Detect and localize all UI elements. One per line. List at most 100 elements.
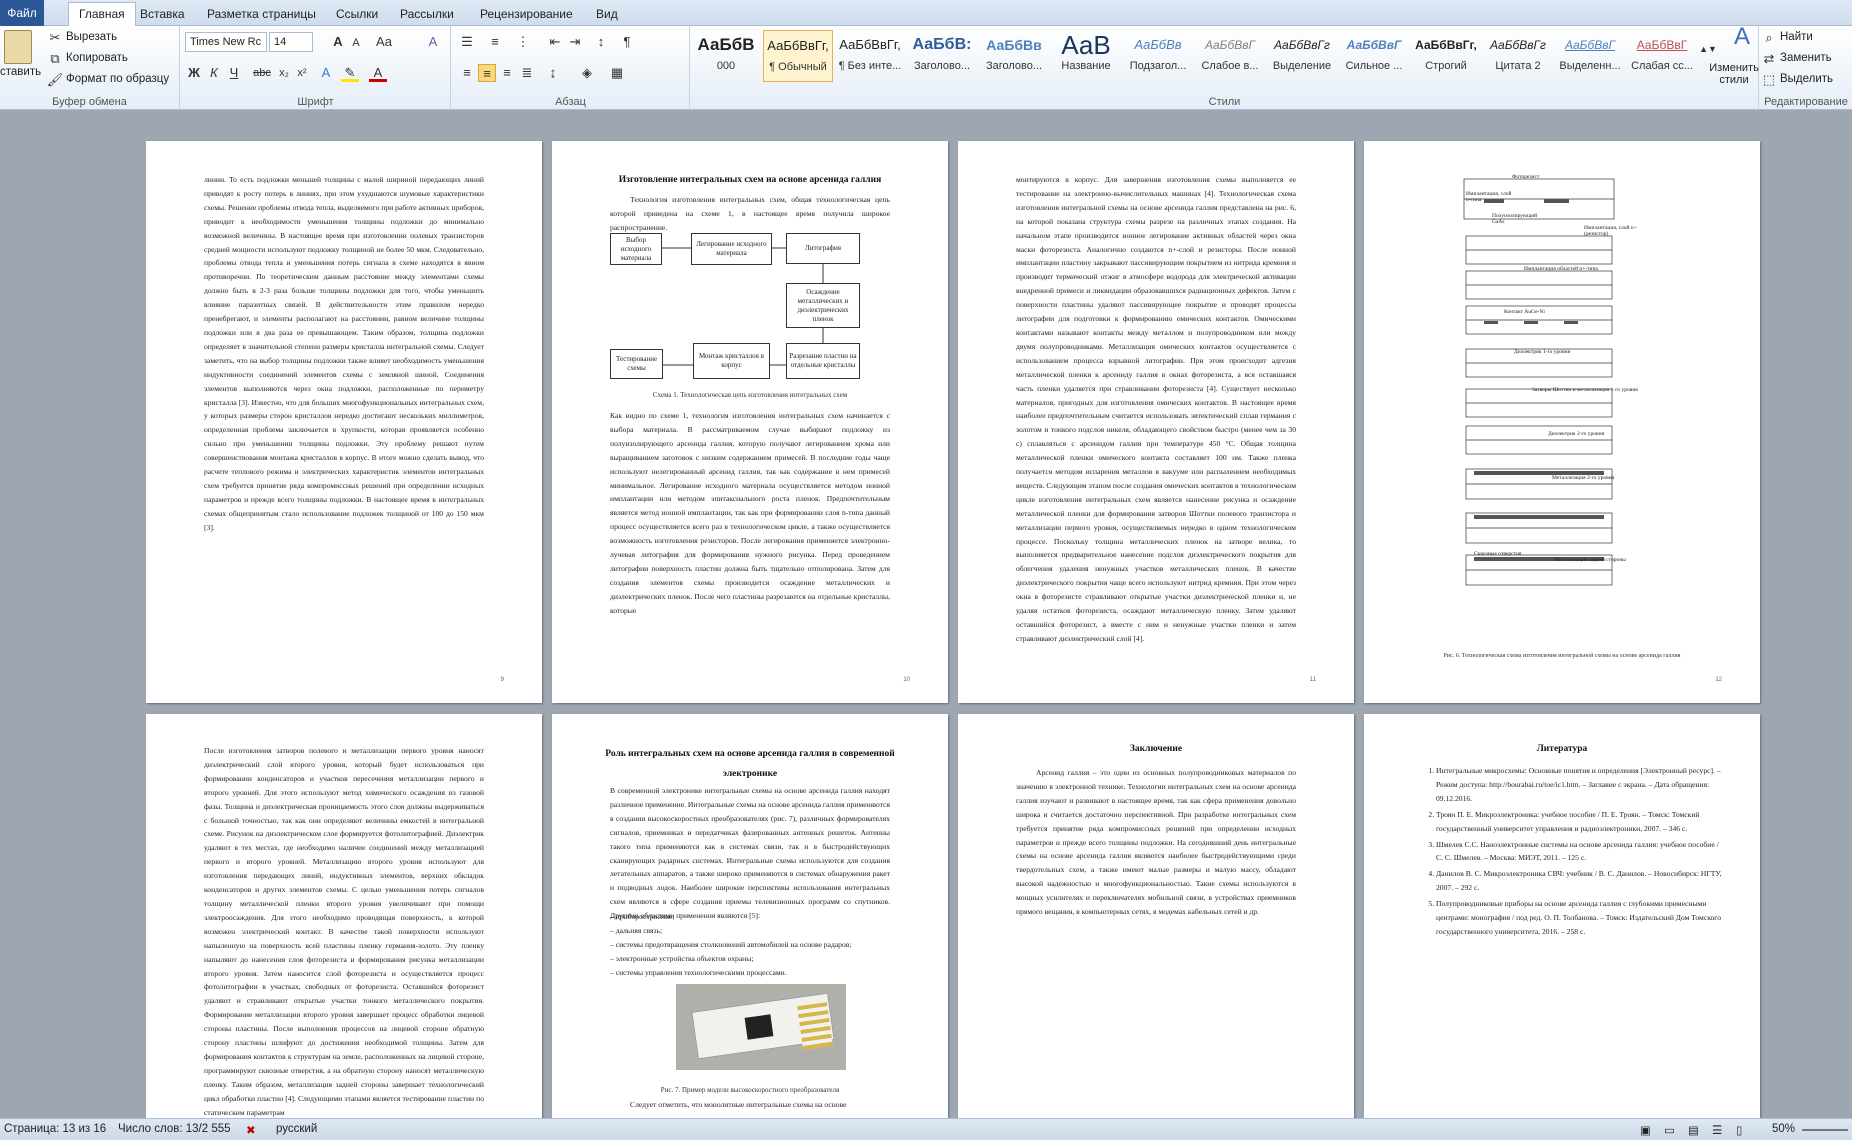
ribbon: ставить ✂ Вырезать ⧉ Копировать 🖌 Формат… [0,25,1852,110]
style-item[interactable]: АаБбВвГг Цитата 2 [1483,30,1553,82]
change-styles-icon[interactable]: A [1727,25,1757,58]
style-item[interactable]: АаБбВвГ Выделенн... [1555,30,1625,82]
tab-insert[interactable]: Вставка [130,3,195,26]
styles-scroll-icon[interactable]: ▲▼ [1699,40,1717,58]
italic-icon[interactable]: К [205,64,223,82]
increase-indent-icon[interactable]: ⇥ [566,33,584,51]
ribbon-tab-bar: Файл Главная Вставка Разметка страницы С… [0,0,1852,27]
subscript-icon[interactable]: x₂ [275,64,293,82]
page-text: Следует отметить, что монолитные интегра… [630,1100,847,1109]
document-area[interactable]: линии. То есть подложки меньшей толщины … [0,111,1852,1118]
style-item[interactable]: АаБбВ: Заголово... [907,30,977,82]
page-number: 12 [1715,677,1722,683]
superscript-icon[interactable]: x² [293,64,311,82]
style-item[interactable]: АаБбВвГ Слабое в... [1195,30,1265,82]
format-painter-button[interactable]: Формат по образцу [66,73,169,85]
decrease-indent-icon[interactable]: ⇤ [546,33,564,51]
page-12: Фоторезист Имплантация, слой n-типа Полу… [1364,141,1760,703]
language-indicator[interactable]: русский [276,1123,317,1135]
style-item[interactable]: АаБбВ 000 [691,30,761,82]
print-layout-icon[interactable]: ▣ [1640,1123,1651,1137]
style-item[interactable]: АаБбВвГг, ¶ Обычный [763,30,833,82]
style-item[interactable]: АаБбВвГ Слабая сс... [1627,30,1697,82]
tab-home[interactable]: Главная [68,2,136,27]
outline-icon[interactable]: ☰ [1712,1123,1722,1137]
style-item[interactable]: АаВ Название [1051,30,1121,82]
select-button[interactable]: Выделить [1780,73,1833,85]
copy-button[interactable]: Копировать [66,52,128,64]
replace-button[interactable]: Заменить [1780,52,1832,64]
paste-icon[interactable] [4,30,32,64]
font-family-input[interactable]: Times New Rc [185,32,267,52]
clear-format-icon[interactable]: A [424,33,442,51]
tab-file[interactable]: Файл [0,0,44,26]
paste-button[interactable]: ставить [0,66,41,78]
style-item[interactable]: АаБбВвГг, Строгий [1411,30,1481,82]
multilevel-list-icon[interactable]: ⋮ [514,33,532,51]
list-item: – системы предотвращения столкновений ав… [610,939,852,949]
scissors-icon: ✂ [49,30,61,45]
pilcrow-icon[interactable]: ¶ [618,33,636,51]
style-item[interactable]: АаБбВв Заголово... [979,30,1049,82]
style-item[interactable]: АаБбВв Подзагол... [1123,30,1193,82]
page-indicator[interactable]: Страница: 13 из 16 [4,1123,106,1135]
align-center-icon[interactable]: ≡ [478,64,496,82]
clipboard-group: ставить ✂ Вырезать ⧉ Копировать 🖌 Формат… [0,26,180,110]
borders-icon[interactable]: ▦ [608,64,626,82]
converter-photo [676,984,846,1070]
section-title: Заключение [1129,744,1183,754]
find-button[interactable]: Найти [1780,31,1813,43]
reference-item: Данилов В. С. Микроэлектроника СВЧ: учеб… [1436,867,1722,895]
style-item[interactable]: АаБбВвГ Сильное ... [1339,30,1409,82]
replace-icon: ⇄ [1763,51,1775,66]
spellcheck-icon[interactable]: ✖ [246,1123,256,1137]
sort-icon[interactable]: ↕ [592,33,610,51]
diagram-label: Фоторезист [1512,174,1540,180]
strikethrough-icon[interactable]: abc [253,64,271,82]
page-text: монтируются в корпус. Для завершения изг… [1016,175,1296,643]
line-spacing-icon[interactable]: ↨ [544,64,562,82]
highlight-icon[interactable]: ✎ [341,64,359,82]
draft-icon[interactable]: ▯ [1736,1123,1742,1137]
change-case-icon[interactable]: Aa [375,33,393,51]
zoom-slider[interactable] [1802,1129,1848,1131]
list-item: – электронные устройства объектов охраны… [610,953,754,963]
page-16: Литература Интегральные микросхемы: Осно… [1364,714,1760,1118]
tab-review[interactable]: Рецензирование [470,3,583,26]
change-styles-button[interactable]: Изменить стили [1709,62,1759,86]
align-right-icon[interactable]: ≡ [498,64,516,82]
text-effects-icon[interactable]: A [317,64,335,82]
underline-icon[interactable]: Ч [225,64,243,82]
page-11: монтируются в корпус. Для завершения изг… [958,141,1354,703]
style-item[interactable]: АаБбВвГг Выделение [1267,30,1337,82]
bold-icon[interactable]: Ж [185,64,203,82]
tab-page-layout[interactable]: Разметка страницы [197,3,326,26]
web-layout-icon[interactable]: ▤ [1688,1123,1699,1137]
list-item: – приборостроение; [610,912,675,921]
page-text: В современной электронике интегральные с… [610,786,890,921]
style-item[interactable]: АаБбВвГг, ¶ Без инте... [835,30,905,82]
tab-references[interactable]: Ссылки [326,3,388,26]
font-size-input[interactable]: 14 [269,32,313,52]
align-left-icon[interactable]: ≡ [458,64,476,82]
reference-item: Шмелев С.С. Наноэлектронные системы на о… [1436,838,1722,866]
bullets-icon[interactable]: ☰ [458,33,476,51]
full-screen-icon[interactable]: ▭ [1664,1123,1675,1137]
reference-item: Полупроводниковые приборы на основе арсе… [1436,897,1722,939]
reference-item: Интегральные микросхемы: Основные поняти… [1436,764,1722,806]
font-color-icon[interactable]: A [369,64,387,82]
numbering-icon[interactable]: ≡ [486,33,504,51]
shrink-font-icon[interactable]: A [347,34,365,52]
tab-mailings[interactable]: Рассылки [390,3,464,26]
cut-button[interactable]: Вырезать [66,31,117,43]
figure-caption: Схема 1. Технологическая цепь изготовлен… [652,391,848,399]
grow-font-icon[interactable]: A [329,33,347,51]
shading-icon[interactable]: ◈ [578,64,596,82]
zoom-level[interactable]: 50% [1772,1123,1795,1135]
page-text: линии. То есть подложки меньшей толщины … [204,175,484,532]
flow-step: Выбор исходного материала [610,233,662,265]
tab-view[interactable]: Вид [586,3,628,26]
justify-icon[interactable]: ≣ [518,64,536,82]
word-count[interactable]: Число слов: 13/2 555 [118,1123,231,1135]
page-15: Заключение Арсенид галлия – это один из … [958,714,1354,1118]
